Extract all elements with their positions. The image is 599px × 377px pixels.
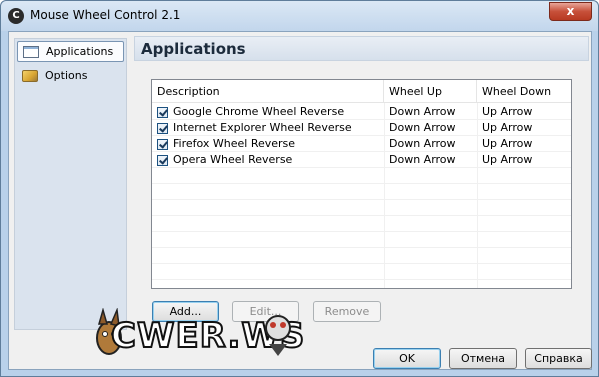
empty-row xyxy=(152,248,571,264)
options-icon xyxy=(22,69,38,82)
title-bar[interactable]: C Mouse Wheel Control 2.1 x xyxy=(1,1,598,31)
table-row[interactable]: Google Chrome Wheel Reverse Down Arrow U… xyxy=(152,104,571,120)
table-row[interactable]: Internet Explorer Wheel Reverse Down Arr… xyxy=(152,120,571,136)
row-wheel-down: Up Arrow xyxy=(482,153,533,166)
mouse-wheel-app-icon[interactable]: C xyxy=(8,8,24,24)
applications-list[interactable]: Description Wheel Up Wheel Down Google C… xyxy=(151,79,572,289)
row-wheel-up: Down Arrow xyxy=(389,121,456,134)
table-row[interactable]: Opera Wheel Reverse Down Arrow Up Arrow xyxy=(152,152,571,168)
row-checkbox[interactable] xyxy=(157,138,168,150)
sidebar-item-label: Options xyxy=(45,69,88,82)
page-header: Applications xyxy=(134,36,589,61)
empty-row xyxy=(152,216,571,232)
sidebar-item-options[interactable]: Options xyxy=(17,65,124,86)
row-checkbox[interactable] xyxy=(157,122,168,134)
help-button[interactable]: Справка xyxy=(525,348,592,369)
column-header-wheel-down[interactable]: Wheel Down xyxy=(477,80,571,103)
cancel-button[interactable]: Отмена xyxy=(449,348,517,369)
app-window: C Mouse Wheel Control 2.1 x Applications… xyxy=(0,0,599,377)
row-description: Internet Explorer Wheel Reverse xyxy=(173,121,352,134)
row-checkbox[interactable] xyxy=(157,106,168,118)
empty-row xyxy=(152,200,571,216)
remove-button[interactable]: Remove xyxy=(313,301,381,322)
sparkle-mascot-icon xyxy=(265,315,291,356)
row-description-cell: Google Chrome Wheel Reverse xyxy=(157,104,384,120)
page-title: Applications xyxy=(141,40,246,58)
close-button[interactable]: x xyxy=(549,2,592,21)
row-description: Opera Wheel Reverse xyxy=(173,153,293,166)
sidebar: Applications Options xyxy=(14,38,127,330)
row-wheel-up: Down Arrow xyxy=(389,137,456,150)
window-title: Mouse Wheel Control 2.1 xyxy=(30,8,181,22)
row-description-cell: Internet Explorer Wheel Reverse xyxy=(157,120,384,136)
row-wheel-down: Up Arrow xyxy=(482,137,533,150)
row-description: Google Chrome Wheel Reverse xyxy=(173,105,345,118)
empty-row xyxy=(152,168,571,184)
column-header-wheel-up[interactable]: Wheel Up xyxy=(384,80,477,103)
empty-row xyxy=(152,232,571,248)
row-checkbox[interactable] xyxy=(157,154,168,166)
table-row[interactable]: Firefox Wheel Reverse Down Arrow Up Arro… xyxy=(152,136,571,152)
sidebar-item-label: Applications xyxy=(46,45,114,58)
column-header-description[interactable]: Description xyxy=(152,80,384,103)
row-description: Firefox Wheel Reverse xyxy=(173,137,296,150)
row-wheel-down: Up Arrow xyxy=(482,105,533,118)
empty-row xyxy=(152,264,571,280)
empty-row xyxy=(152,184,571,200)
watermark-logo: CWER.WS xyxy=(89,304,305,374)
window-icon xyxy=(23,45,39,58)
row-description-cell: Firefox Wheel Reverse xyxy=(157,136,384,152)
ok-button[interactable]: OK xyxy=(373,348,441,369)
row-wheel-down: Up Arrow xyxy=(482,121,533,134)
row-wheel-up: Down Arrow xyxy=(389,105,456,118)
row-wheel-up: Down Arrow xyxy=(389,153,456,166)
row-description-cell: Opera Wheel Reverse xyxy=(157,152,384,168)
sidebar-item-applications[interactable]: Applications xyxy=(17,41,124,62)
